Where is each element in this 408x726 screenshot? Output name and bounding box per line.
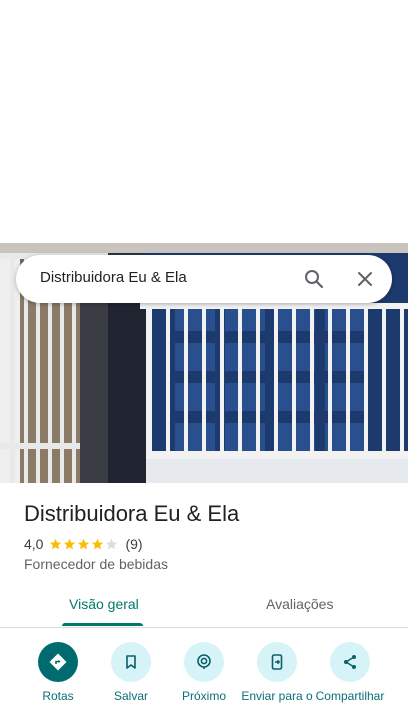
share-button[interactable]: Compartilhar xyxy=(310,640,390,703)
rating-row[interactable]: 4,0 (9) xyxy=(24,535,143,553)
place-sheet: Distribuidora Eu & Ela Distribuidora Eu … xyxy=(0,0,408,726)
star-filled-icon xyxy=(78,538,90,549)
star-empty-icon xyxy=(106,538,118,549)
search-icon[interactable] xyxy=(302,267,326,291)
star-filled-icon xyxy=(50,538,62,549)
tab-reviews[interactable]: Avaliações xyxy=(266,596,333,612)
place-title: Distribuidora Eu & Ela xyxy=(24,501,240,526)
nearby-button[interactable]: Próximo xyxy=(164,640,244,703)
share-icon xyxy=(330,642,370,682)
review-count: (9) xyxy=(125,536,143,552)
save-button[interactable]: Salvar xyxy=(91,640,171,703)
nearby-label: Próximo xyxy=(181,689,226,703)
bookmark-icon xyxy=(111,642,151,682)
active-tab-indicator xyxy=(62,623,143,626)
send-to-phone-icon xyxy=(257,642,297,682)
close-icon[interactable] xyxy=(353,267,377,291)
rating-value: 4,0 xyxy=(24,536,44,552)
send-to-phone-label: Enviar para o xyxy=(241,689,313,703)
map-area[interactable] xyxy=(0,0,408,243)
share-label: Compartilhar xyxy=(315,689,385,703)
star-rating xyxy=(49,538,119,551)
star-filled-icon xyxy=(64,538,76,549)
search-input[interactable]: Distribuidora Eu & Ela xyxy=(40,269,187,286)
directions-icon xyxy=(38,642,78,682)
tab-overview[interactable]: Visão geral xyxy=(69,596,139,612)
search-bar[interactable]: Distribuidora Eu & Ela xyxy=(16,255,392,303)
send-to-phone-button[interactable]: Enviar para o xyxy=(237,640,317,703)
nearby-icon xyxy=(184,642,224,682)
place-category[interactable]: Fornecedor de bebidas xyxy=(24,556,168,572)
directions-label: Rotas xyxy=(42,689,74,703)
action-buttons: Rotas Salvar Próximo Enviar para o Compa xyxy=(0,640,408,726)
tab-bar: Visão geral Avaliações xyxy=(0,586,408,628)
directions-button[interactable]: Rotas xyxy=(18,640,98,703)
save-label: Salvar xyxy=(113,689,148,703)
star-filled-icon xyxy=(92,538,104,549)
